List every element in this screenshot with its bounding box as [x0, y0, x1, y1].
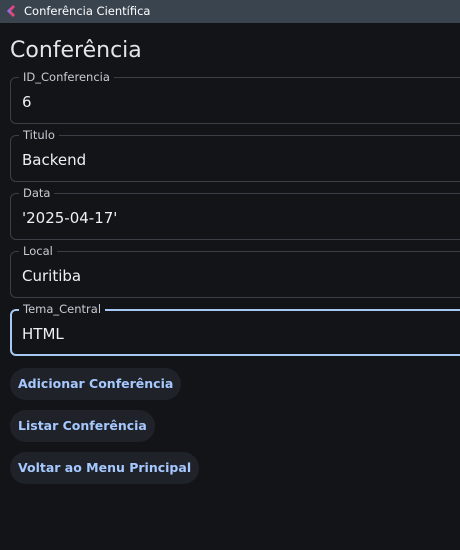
- back-to-menu-button[interactable]: Voltar ao Menu Principal: [10, 452, 200, 484]
- titulo-value[interactable]: Backend: [22, 150, 86, 170]
- app-logo-icon: [7, 5, 15, 17]
- add-conferencia-button[interactable]: Adicionar Conferência: [10, 368, 182, 400]
- titulo-label: Titulo: [19, 127, 59, 143]
- id-conferencia-field[interactable]: ID_Conferencia 6: [10, 69, 460, 124]
- window-titlebar[interactable]: Conferência Científica: [0, 0, 460, 23]
- local-value[interactable]: Curitiba: [22, 266, 81, 286]
- data-field[interactable]: Data '2025-04-17': [10, 185, 460, 240]
- local-label: Local: [19, 243, 57, 259]
- window-title: Conferência Científica: [24, 4, 151, 18]
- page-title: Conferência: [10, 38, 142, 63]
- data-value[interactable]: '2025-04-17': [22, 208, 117, 228]
- tema-central-label: Tema_Central: [19, 301, 106, 317]
- tema-central-value[interactable]: HTML: [22, 324, 64, 344]
- local-field[interactable]: Local Curitiba: [10, 243, 460, 298]
- data-label: Data: [19, 185, 55, 201]
- id-conferencia-label: ID_Conferencia: [19, 69, 114, 85]
- titulo-field[interactable]: Titulo Backend: [10, 127, 460, 182]
- list-conferencia-button[interactable]: Listar Conferência: [10, 410, 155, 442]
- id-conferencia-value[interactable]: 6: [22, 92, 32, 112]
- tema-central-field[interactable]: Tema_Central HTML: [10, 301, 460, 356]
